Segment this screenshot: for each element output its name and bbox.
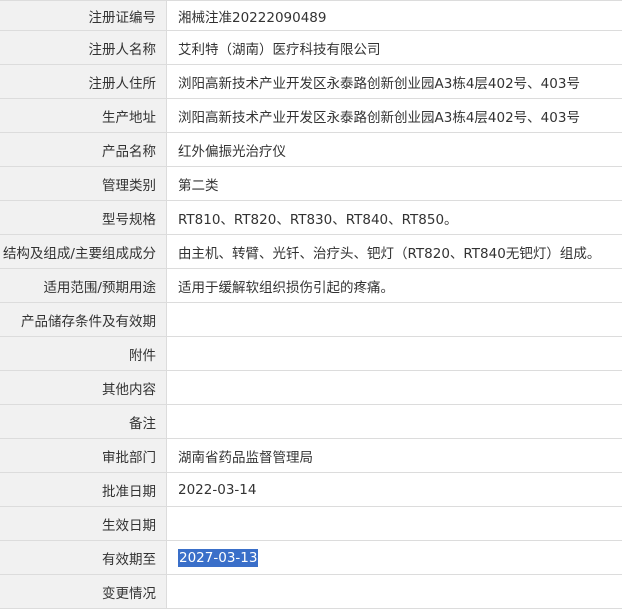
value-storage-conditions (167, 303, 622, 336)
row-registration-number: 注册证编号 湘械注准20222090489 (0, 1, 622, 31)
row-effective-date: 生效日期 (0, 507, 622, 541)
value-valid-until-cell: 2027-03-13 (167, 541, 622, 574)
value-intended-use: 适用于缓解软组织损伤引起的疼痛。 (167, 269, 622, 302)
row-storage-conditions: 产品储存条件及有效期 (0, 303, 622, 337)
value-model-specification: RT810、RT820、RT830、RT840、RT850。 (167, 201, 622, 234)
row-change-history: 变更情况 (0, 575, 622, 609)
value-registration-number: 湘械注准20222090489 (167, 1, 622, 30)
row-approval-date: 批准日期 2022-03-14 (0, 473, 622, 507)
value-valid-until-selected-text[interactable]: 2027-03-13 (178, 548, 259, 567)
row-model-specification: 型号规格 RT810、RT820、RT830、RT840、RT850。 (0, 201, 622, 235)
value-production-address: 浏阳高新技术产业开发区永泰路创新创业园A3栋4层402号、403号 (167, 99, 622, 132)
value-registrant-address: 浏阳高新技术产业开发区永泰路创新创业园A3栋4层402号、403号 (167, 65, 622, 98)
label-registrant-address: 注册人住所 (0, 65, 167, 98)
value-remarks (167, 405, 622, 438)
label-approval-date: 批准日期 (0, 473, 167, 506)
value-product-name: 红外偏振光治疗仪 (167, 133, 622, 166)
value-management-category: 第二类 (167, 167, 622, 200)
value-approval-date: 2022-03-14 (167, 473, 622, 506)
row-attachments: 附件 (0, 337, 622, 371)
value-approval-department: 湖南省药品监督管理局 (167, 439, 622, 472)
label-other-content: 其他内容 (0, 371, 167, 404)
row-registrant-address: 注册人住所 浏阳高新技术产业开发区永泰路创新创业园A3栋4层402号、403号 (0, 65, 622, 99)
label-change-history: 变更情况 (0, 575, 167, 608)
row-product-name: 产品名称 红外偏振光治疗仪 (0, 133, 622, 167)
value-effective-date (167, 507, 622, 540)
row-intended-use: 适用范围/预期用途 适用于缓解软组织损伤引起的疼痛。 (0, 269, 622, 303)
row-structure-composition: 结构及组成/主要组成成分 由主机、转臂、光钎、治疗头、钯灯（RT820、RT84… (0, 235, 622, 269)
label-product-name: 产品名称 (0, 133, 167, 166)
label-registrant-name: 注册人名称 (0, 31, 167, 64)
label-structure-composition: 结构及组成/主要组成成分 (0, 235, 167, 268)
value-registrant-name: 艾利特（湖南）医疗科技有限公司 (167, 31, 622, 64)
value-change-history (167, 575, 622, 608)
label-storage-conditions: 产品储存条件及有效期 (0, 303, 167, 336)
row-approval-department: 审批部门 湖南省药品监督管理局 (0, 439, 622, 473)
value-structure-composition: 由主机、转臂、光钎、治疗头、钯灯（RT820、RT840无钯灯）组成。 (167, 235, 622, 268)
label-registration-number: 注册证编号 (0, 1, 167, 30)
label-model-specification: 型号规格 (0, 201, 167, 234)
label-attachments: 附件 (0, 337, 167, 370)
label-management-category: 管理类别 (0, 167, 167, 200)
registration-details-table: 注册证编号 湘械注准20222090489 注册人名称 艾利特（湖南）医疗科技有… (0, 0, 622, 609)
row-production-address: 生产地址 浏阳高新技术产业开发区永泰路创新创业园A3栋4层402号、403号 (0, 99, 622, 133)
row-management-category: 管理类别 第二类 (0, 167, 622, 201)
value-attachments (167, 337, 622, 370)
row-other-content: 其他内容 (0, 371, 622, 405)
row-remarks: 备注 (0, 405, 622, 439)
label-valid-until: 有效期至 (0, 541, 167, 574)
value-other-content (167, 371, 622, 404)
label-production-address: 生产地址 (0, 99, 167, 132)
label-effective-date: 生效日期 (0, 507, 167, 540)
row-valid-until: 有效期至 2027-03-13 (0, 541, 622, 575)
label-intended-use: 适用范围/预期用途 (0, 269, 167, 302)
row-registrant-name: 注册人名称 艾利特（湖南）医疗科技有限公司 (0, 31, 622, 65)
label-approval-department: 审批部门 (0, 439, 167, 472)
label-remarks: 备注 (0, 405, 167, 438)
